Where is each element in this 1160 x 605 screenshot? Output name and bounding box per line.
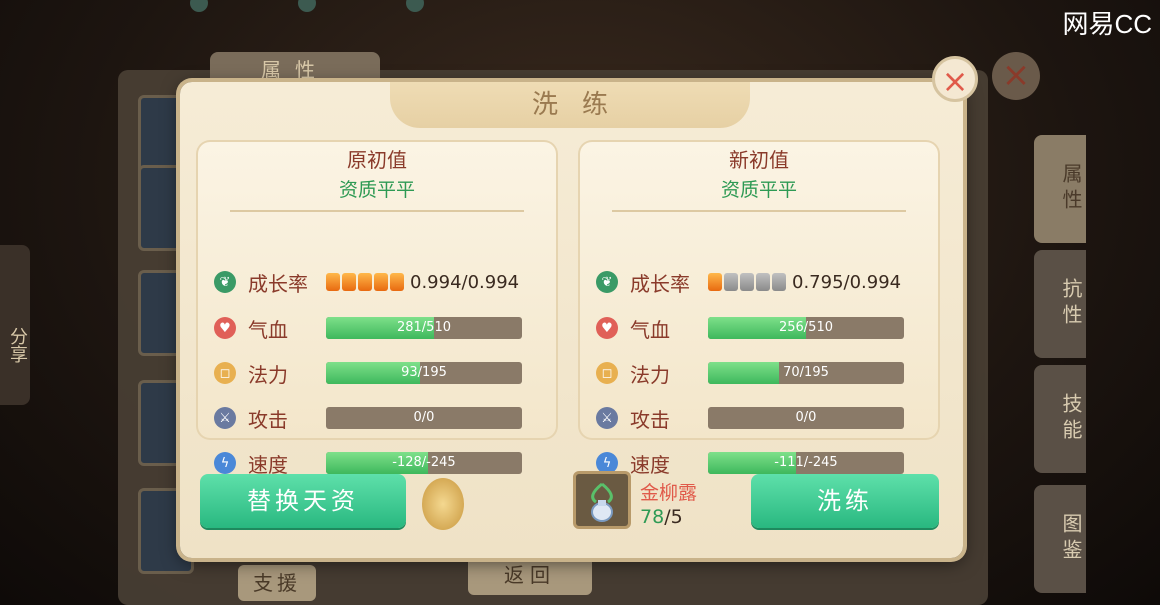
tab-resistance[interactable]: 抗性: [1034, 250, 1086, 358]
new-grade: 资质平平: [720, 179, 797, 201]
stat-bar: 0/0: [326, 407, 522, 429]
stat-label: 法力: [630, 362, 670, 387]
divider: [612, 210, 906, 212]
lightning-icon: ϟ: [214, 452, 236, 474]
heart-icon: ♥: [596, 317, 618, 339]
item-need: /5: [664, 506, 683, 528]
new-heading: 新初值: [729, 148, 789, 172]
stat-value: 281/510: [396, 320, 451, 335]
item-slot[interactable]: [573, 471, 631, 529]
growth-pips: [708, 273, 786, 291]
growth-pip: [342, 273, 356, 291]
stat-bar: -128/-245: [326, 452, 522, 474]
item-name: 金柳露: [640, 482, 698, 504]
growth-pip: [326, 273, 340, 291]
stat-bar: 70/195: [708, 362, 904, 384]
close-icon[interactable]: ×: [932, 56, 978, 102]
stat-bar: 93/195: [326, 362, 522, 384]
stat-bar: 281/510: [326, 317, 522, 339]
return-button[interactable]: 返回: [468, 555, 592, 595]
refine-button[interactable]: 洗练: [751, 474, 939, 528]
support-button[interactable]: 支援: [238, 565, 316, 601]
growth-label: 成长率: [248, 271, 308, 296]
background-close-icon[interactable]: ×: [992, 52, 1040, 100]
leaf-icon: ❦: [596, 271, 618, 293]
new-stats-panel: 新初值 资质平平 ❦ 成长率 0.795/0.994 ♥ 气血 256/510 ◻ 法力…: [578, 140, 940, 477]
stat-label: 气血: [630, 317, 670, 342]
stat-value: -111/-245: [774, 455, 838, 470]
growth-value: 0.994/0.994: [410, 271, 520, 293]
item-count: 78/5: [640, 506, 683, 528]
share-tab[interactable]: 分享: [0, 245, 30, 405]
stat-row-mp: ◻ 法力 93/195: [214, 357, 522, 389]
stat-label: 气血: [248, 317, 288, 342]
growth-pip: [358, 273, 372, 291]
currency-1: [190, 0, 208, 14]
original-stats-panel: 原初值 资质平平 ❦ 成长率 0.994/0.994 ♥ 气血 281/510 ◻ 法力…: [196, 140, 558, 477]
tab-skills[interactable]: 技能: [1034, 365, 1086, 473]
growth-label: 成长率: [630, 271, 690, 296]
token-icon: [406, 0, 424, 12]
coin-icon: [190, 0, 208, 12]
growth-pip: [740, 273, 754, 291]
growth-pip: [374, 273, 388, 291]
stat-row-hp: ♥ 气血 256/510: [596, 312, 904, 344]
sword-icon: ⚔: [596, 407, 618, 429]
medal-icon[interactable]: [422, 478, 464, 530]
divider: [230, 210, 524, 212]
growth-pip: [756, 273, 770, 291]
tab-attributes[interactable]: 属性: [1034, 135, 1086, 243]
stat-label: 攻击: [630, 407, 670, 432]
stat-row-mp: ◻ 法力 70/195: [596, 357, 904, 389]
watermark: 网易CC: [1062, 9, 1152, 39]
vase-icon: [591, 482, 613, 522]
mana-icon: ◻: [596, 362, 618, 384]
dialog-title: 洗练: [390, 82, 750, 128]
leaf-icon: ❦: [214, 271, 236, 293]
stat-row-atk: ⚔ 攻击 0/0: [596, 402, 904, 434]
growth-pips: [326, 273, 404, 291]
stat-value: 70/195: [783, 365, 829, 380]
growth-row: ❦ 成长率 0.994/0.994: [214, 266, 519, 298]
stat-bar: 256/510: [708, 317, 904, 339]
stat-bar: 0/0: [708, 407, 904, 429]
tab-codex[interactable]: 图鉴: [1034, 485, 1086, 593]
growth-pip: [724, 273, 738, 291]
stat-value: -128/-245: [392, 455, 456, 470]
gem-icon: [298, 0, 316, 12]
stat-value: 256/510: [778, 320, 833, 335]
currency-3: [406, 0, 424, 14]
original-grade: 资质平平: [338, 179, 415, 201]
stat-bar: -111/-245: [708, 452, 904, 474]
stat-row-atk: ⚔ 攻击 0/0: [214, 402, 522, 434]
stat-label: 速度: [630, 452, 670, 477]
stat-value: 0/0: [795, 410, 817, 425]
stat-value: 0/0: [413, 410, 435, 425]
sword-icon: ⚔: [214, 407, 236, 429]
refine-dialog: 洗练 原初值 资质平平 ❦ 成长率 0.994/0.994 ♥ 气血 281/510…: [180, 82, 963, 558]
stat-value: 93/195: [401, 365, 447, 380]
growth-row: ❦ 成长率 0.795/0.994: [596, 266, 901, 298]
original-heading: 原初值: [347, 148, 407, 172]
mana-icon: ◻: [214, 362, 236, 384]
stat-label: 法力: [248, 362, 288, 387]
stat-row-hp: ♥ 气血 281/510: [214, 312, 522, 344]
currency-2: [298, 0, 316, 14]
heart-icon: ♥: [214, 317, 236, 339]
growth-pip: [390, 273, 404, 291]
currency-bar: [190, 0, 424, 14]
growth-pip: [708, 273, 722, 291]
replace-aptitude-button[interactable]: 替换天资: [200, 474, 406, 528]
growth-value: 0.795/0.994: [792, 271, 902, 293]
stat-label: 攻击: [248, 407, 288, 432]
growth-pip: [772, 273, 786, 291]
item-have: 78: [640, 506, 665, 528]
